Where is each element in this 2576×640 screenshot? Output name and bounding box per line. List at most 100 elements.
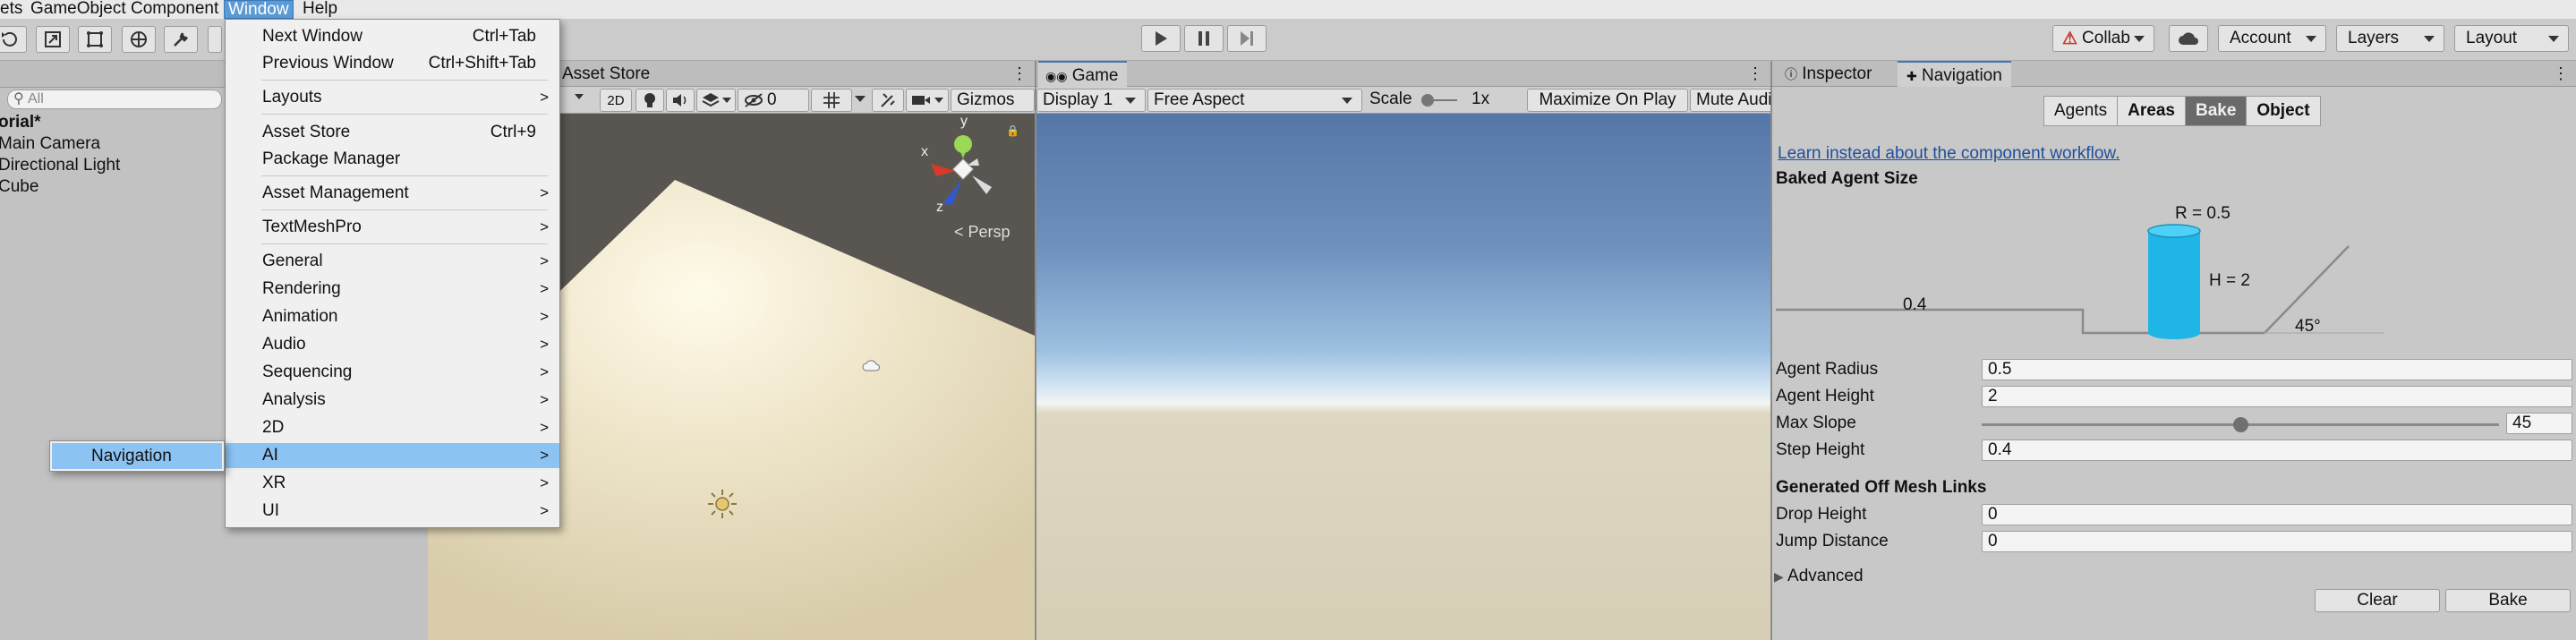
step-height-field[interactable]: 0.4 xyxy=(1982,439,2572,461)
kebab-menu-icon[interactable]: ⋮ xyxy=(2553,64,2569,82)
audio-toggle[interactable] xyxy=(666,89,695,112)
menu-item-asset-management[interactable]: Asset Management > xyxy=(226,181,559,206)
layers-dropdown[interactable]: Layers xyxy=(2336,25,2444,52)
2d-toggle[interactable]: 2D xyxy=(600,89,632,112)
chevron-down-icon[interactable] xyxy=(574,92,586,101)
menu-item-label: Analysis xyxy=(262,390,326,409)
menu-item-previous-window[interactable]: Previous Window Ctrl+Shift+Tab xyxy=(226,51,559,76)
pause-icon xyxy=(1198,31,1209,46)
menu-item-ui[interactable]: UI > xyxy=(226,499,559,524)
hierarchy-search-input[interactable]: ⚲ All xyxy=(7,90,222,109)
menu-item-rendering[interactable]: Rendering > xyxy=(226,277,559,302)
menu-item-audio[interactable]: Audio > xyxy=(226,332,559,357)
axis-x-label: x xyxy=(921,144,928,159)
kebab-menu-icon[interactable]: ⋮ xyxy=(1011,64,1028,82)
menu-item-ai[interactable]: AI > xyxy=(226,443,559,468)
menu-item-layouts[interactable]: Layouts > xyxy=(226,85,559,110)
scale-slider-thumb[interactable] xyxy=(1421,94,1434,107)
step-button[interactable] xyxy=(1227,25,1267,52)
transform-tool-button[interactable] xyxy=(122,26,156,53)
menu-item-next-window[interactable]: Next Window Ctrl+Tab xyxy=(226,24,559,49)
tab-game[interactable]: ◉◉ Game xyxy=(1038,61,1128,87)
mute-audio-toggle[interactable]: Mute Audi xyxy=(1690,89,1779,112)
nav-tab-agents[interactable]: Agents xyxy=(2043,96,2119,126)
menu-item-sequencing[interactable]: Sequencing > xyxy=(226,360,559,385)
tab-asset-store[interactable]: Asset Store xyxy=(553,61,659,87)
max-slope-field[interactable]: 45 xyxy=(2506,413,2572,434)
menu-item-animation[interactable]: Animation > xyxy=(226,304,559,329)
pause-button[interactable] xyxy=(1184,25,1224,52)
advanced-foldout[interactable]: ▶ Advanced xyxy=(1774,567,1864,586)
kebab-menu-icon[interactable]: ⋮ xyxy=(1747,64,1763,82)
light-icon[interactable] xyxy=(707,489,738,519)
display-dropdown[interactable]: Display 1 xyxy=(1036,89,1146,112)
rect-tool-button[interactable] xyxy=(78,26,112,53)
menu-item-package-manager[interactable]: Package Manager xyxy=(226,147,559,172)
agent-radius-field[interactable]: 0.5 xyxy=(1982,359,2572,380)
agent-height-field[interactable]: 2 xyxy=(1982,386,2572,407)
menu-item-analysis[interactable]: Analysis > xyxy=(226,388,559,413)
scene-name[interactable]: orial* xyxy=(0,113,41,132)
gizmos-dropdown[interactable]: Gizmos xyxy=(951,89,1035,112)
cloud-icon[interactable] xyxy=(862,356,883,372)
pivot-toggle[interactable] xyxy=(208,26,222,53)
max-slope-slider[interactable] xyxy=(1982,417,2499,432)
menu-item-2d[interactable]: 2D > xyxy=(226,415,559,440)
clear-button[interactable]: Clear xyxy=(2315,589,2440,612)
agent-radius-label-text: Agent Radius xyxy=(1776,360,1879,379)
chevron-down-icon[interactable] xyxy=(855,96,866,102)
scale-slider[interactable] xyxy=(1421,94,1457,107)
menu-help[interactable]: Help xyxy=(299,0,341,19)
jump-distance-field[interactable]: 0 xyxy=(1982,531,2572,552)
max-slope-slider-thumb[interactable] xyxy=(2233,417,2248,432)
hierarchy-item-cube[interactable]: Cube xyxy=(0,177,38,197)
menu-item-general[interactable]: General > xyxy=(226,249,559,274)
menu-assets[interactable]: ets xyxy=(0,0,26,19)
game-viewport[interactable] xyxy=(1036,114,1770,640)
submenu-arrow-icon: > xyxy=(540,218,549,235)
lock-icon[interactable]: 🔒 xyxy=(1006,124,1019,137)
maximize-on-play-toggle[interactable]: Maximize On Play xyxy=(1527,89,1688,112)
menu-item-xr[interactable]: XR > xyxy=(226,471,559,496)
menu-component[interactable]: Component xyxy=(127,0,222,19)
scale-value: 1x xyxy=(1471,90,1490,108)
custom-tool-button[interactable] xyxy=(164,26,198,53)
menu-item-label: Audio xyxy=(262,335,306,354)
aspect-dropdown[interactable]: Free Aspect xyxy=(1147,89,1362,112)
hidden-objects-toggle[interactable]: 0 xyxy=(738,89,809,112)
effects-toggle[interactable] xyxy=(696,89,736,112)
slope-angle-label: 45° xyxy=(2295,317,2321,336)
tab-inspector[interactable]: ⓘ Inspector xyxy=(1776,61,1881,87)
max-slope-label-text: Max Slope xyxy=(1776,414,1856,432)
scale-tool-button[interactable] xyxy=(36,26,70,53)
rotate-tool-button[interactable] xyxy=(0,26,27,53)
orientation-gizmo[interactable]: y x z < Persp xyxy=(918,114,1017,243)
menu-item-navigation[interactable]: Navigation xyxy=(52,443,222,469)
nav-tab-bake[interactable]: Bake xyxy=(2184,96,2248,126)
cloud-button[interactable] xyxy=(2169,25,2208,52)
drop-height-field[interactable]: 0 xyxy=(1982,504,2572,525)
tools-toggle[interactable] xyxy=(872,89,904,112)
tab-navigation[interactable]: ✚ Navigation xyxy=(1898,61,2011,87)
bake-button[interactable]: Bake xyxy=(2445,589,2571,612)
nav-tab-areas[interactable]: Areas xyxy=(2117,96,2186,126)
drop-height-label-text: Drop Height xyxy=(1776,505,1867,524)
nav-tab-object[interactable]: Object xyxy=(2246,96,2321,126)
camera-settings[interactable] xyxy=(906,89,949,112)
layout-dropdown[interactable]: Layout xyxy=(2454,25,2569,52)
navigation-icon: ✚ xyxy=(1906,69,1917,83)
grid-toggle[interactable] xyxy=(811,89,852,112)
menu-gameobject[interactable]: GameObject xyxy=(27,0,130,19)
menu-item-asset-store[interactable]: Asset Store Ctrl+9 xyxy=(226,120,559,145)
collab-dropdown[interactable]: ⚠ Collab xyxy=(2052,25,2154,52)
tab-inspector-label: Inspector xyxy=(1802,64,1872,83)
persp-label[interactable]: < Persp xyxy=(954,223,1011,242)
play-button[interactable] xyxy=(1141,25,1181,52)
hierarchy-item-main-camera[interactable]: Main Camera xyxy=(0,134,100,154)
account-dropdown[interactable]: Account xyxy=(2218,25,2326,52)
component-workflow-link[interactable]: Learn instead about the component workfl… xyxy=(1778,144,2120,164)
hierarchy-item-directional-light[interactable]: Directional Light xyxy=(0,156,120,175)
menu-item-textmeshpro[interactable]: TextMeshPro > xyxy=(226,215,559,240)
lighting-toggle[interactable] xyxy=(635,89,664,112)
menu-window[interactable]: Window xyxy=(224,0,294,19)
